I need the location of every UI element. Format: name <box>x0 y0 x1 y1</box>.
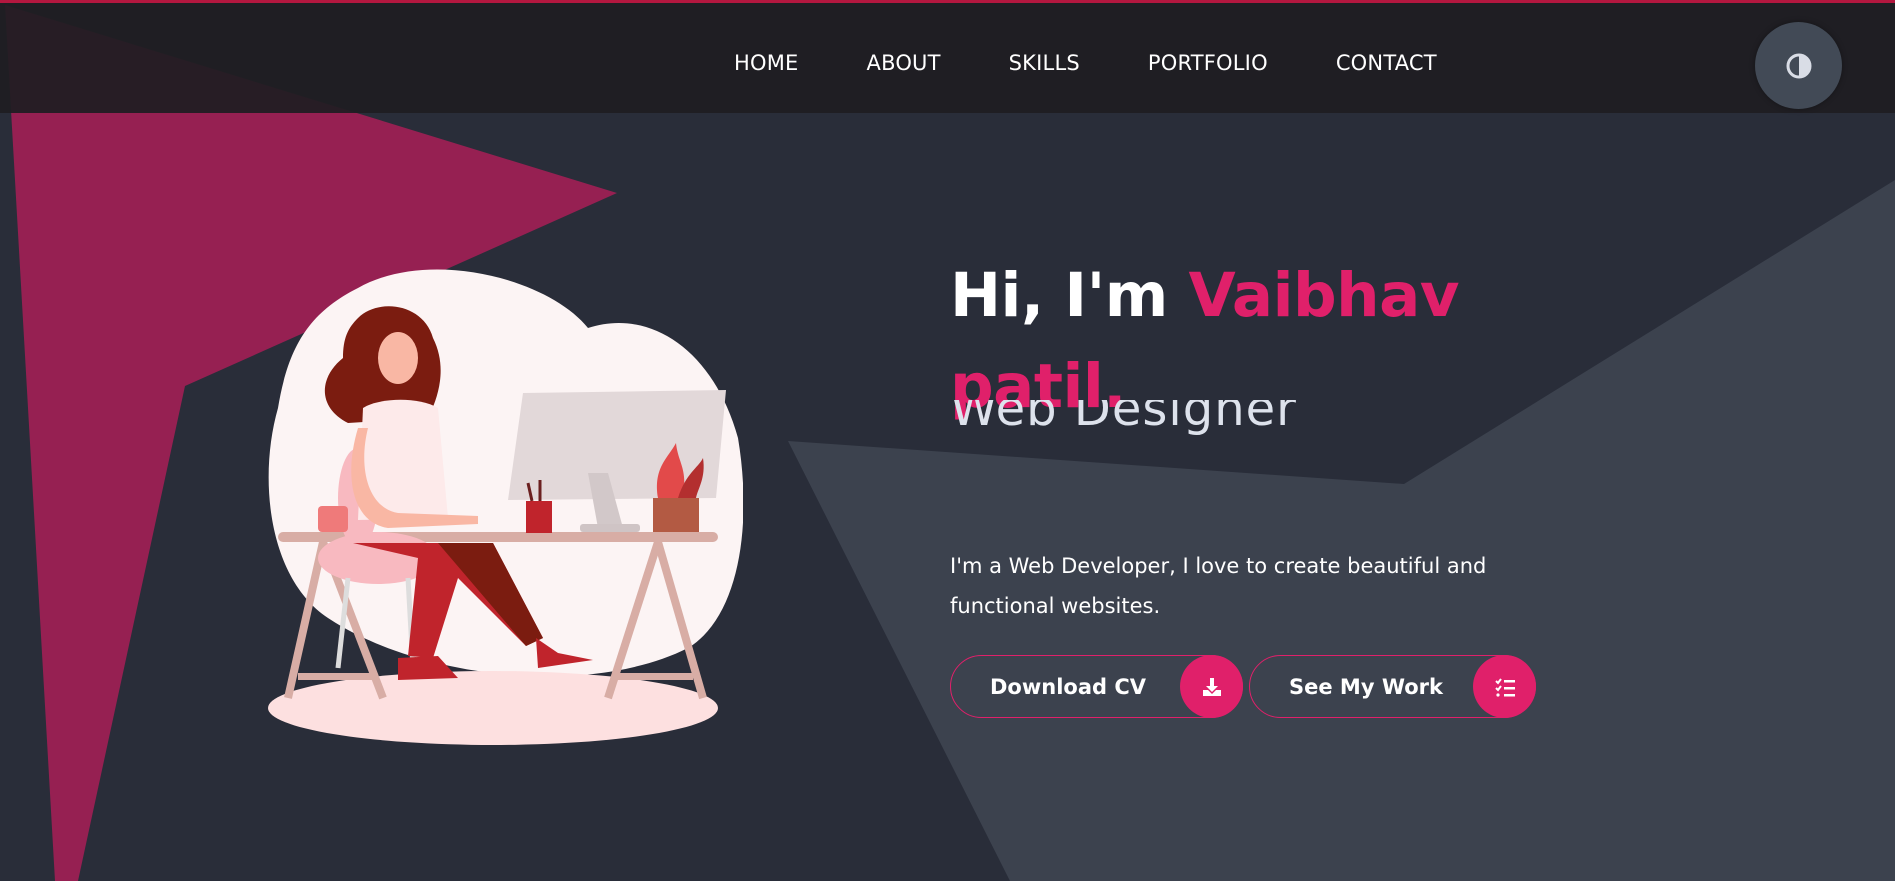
list-check-icon <box>1473 655 1536 718</box>
pencil-cup <box>526 501 552 533</box>
nav-item-about[interactable]: ABOUT <box>867 51 941 75</box>
see-my-work-button[interactable]: See My Work <box>1249 655 1536 718</box>
coffee-cup <box>318 506 348 532</box>
person-face <box>378 332 418 384</box>
hero-buttons: Download CV See My Work <box>950 655 1536 718</box>
contrast-icon <box>1786 53 1811 78</box>
nav-item-portfolio[interactable]: PORTFOLIO <box>1148 51 1268 75</box>
navbar: HOME ABOUT SKILLS PORTFOLIO CONTACT <box>0 0 1895 113</box>
nav-item-contact[interactable]: CONTACT <box>1336 51 1437 75</box>
hero-description: I'm a Web Developer, I love to create be… <box>950 554 1487 618</box>
plant-pot <box>653 498 699 532</box>
desk-crossbar <box>298 673 373 680</box>
role-web-developer: Web Developer <box>950 448 1450 466</box>
hero-section: Hi, I'm Vaibhav patil. Web Designer Web … <box>950 250 1570 718</box>
see-my-work-label: See My Work <box>1289 674 1443 699</box>
hero-greeting: Hi, I'm <box>950 260 1189 331</box>
theme-toggle-button[interactable] <box>1755 22 1842 109</box>
floor-shadow <box>268 671 718 745</box>
nav-links: HOME ABOUT SKILLS PORTFOLIO CONTACT <box>734 51 1505 75</box>
hero-illustration <box>268 269 743 745</box>
nav-item-skills[interactable]: SKILLS <box>1009 51 1080 75</box>
download-icon <box>1180 655 1243 718</box>
role-web-designer: Web Designer <box>950 400 1297 437</box>
download-cv-label: Download CV <box>990 674 1147 699</box>
desk-crossbar <box>618 673 693 680</box>
download-cv-button[interactable]: Download CV <box>950 655 1243 718</box>
nav-item-home[interactable]: HOME <box>734 51 799 75</box>
typed-roles: Web Designer Web Developer <box>950 400 1450 466</box>
monitor-base <box>580 524 640 532</box>
hero-name-first: Vaibhav <box>1188 260 1460 331</box>
